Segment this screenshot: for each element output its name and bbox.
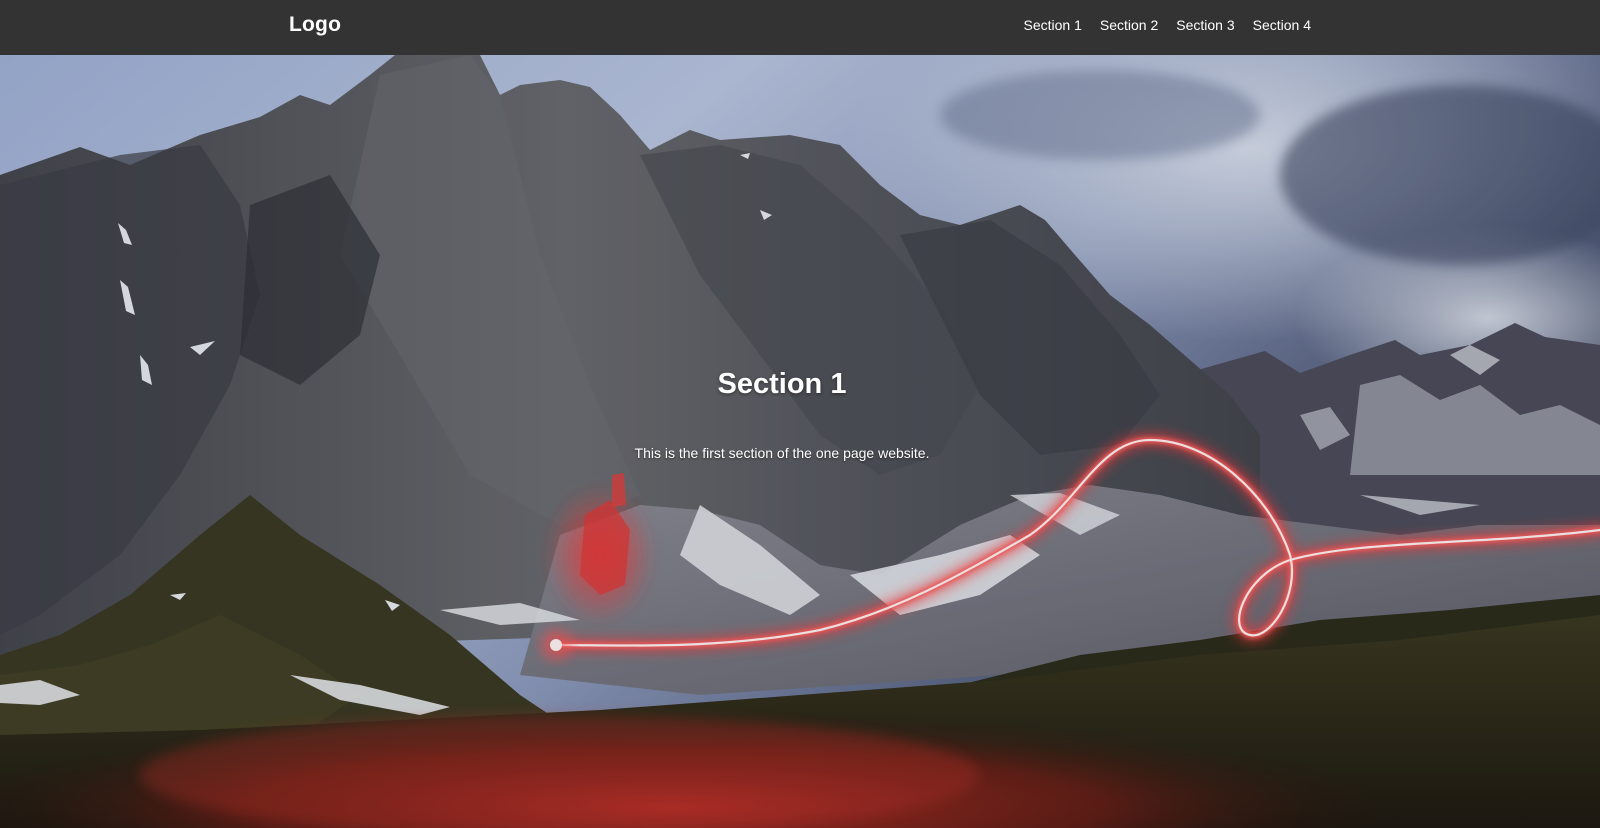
page: Logo Section 1 Section 2 Section 3 Secti…	[0, 0, 1600, 828]
hero-content: Section 1 This is the first section of t…	[0, 55, 1600, 828]
logo-link[interactable]: Logo	[289, 13, 341, 37]
nav-link-section-1[interactable]: Section 1	[1024, 17, 1082, 33]
top-navbar: Logo Section 1 Section 2 Section 3 Secti…	[0, 0, 1600, 55]
main-nav: Section 1 Section 2 Section 3 Section 4	[1024, 17, 1312, 33]
section-title: Section 1	[717, 368, 847, 400]
nav-link-section-4[interactable]: Section 4	[1253, 17, 1311, 33]
nav-link-section-2[interactable]: Section 2	[1100, 17, 1158, 33]
nav-link-section-3[interactable]: Section 3	[1176, 17, 1234, 33]
hero-section-1: Section 1 This is the first section of t…	[0, 55, 1600, 828]
section-description: This is the first section of the one pag…	[634, 445, 930, 461]
navbar-container: Logo Section 1 Section 2 Section 3 Secti…	[289, 0, 1311, 55]
